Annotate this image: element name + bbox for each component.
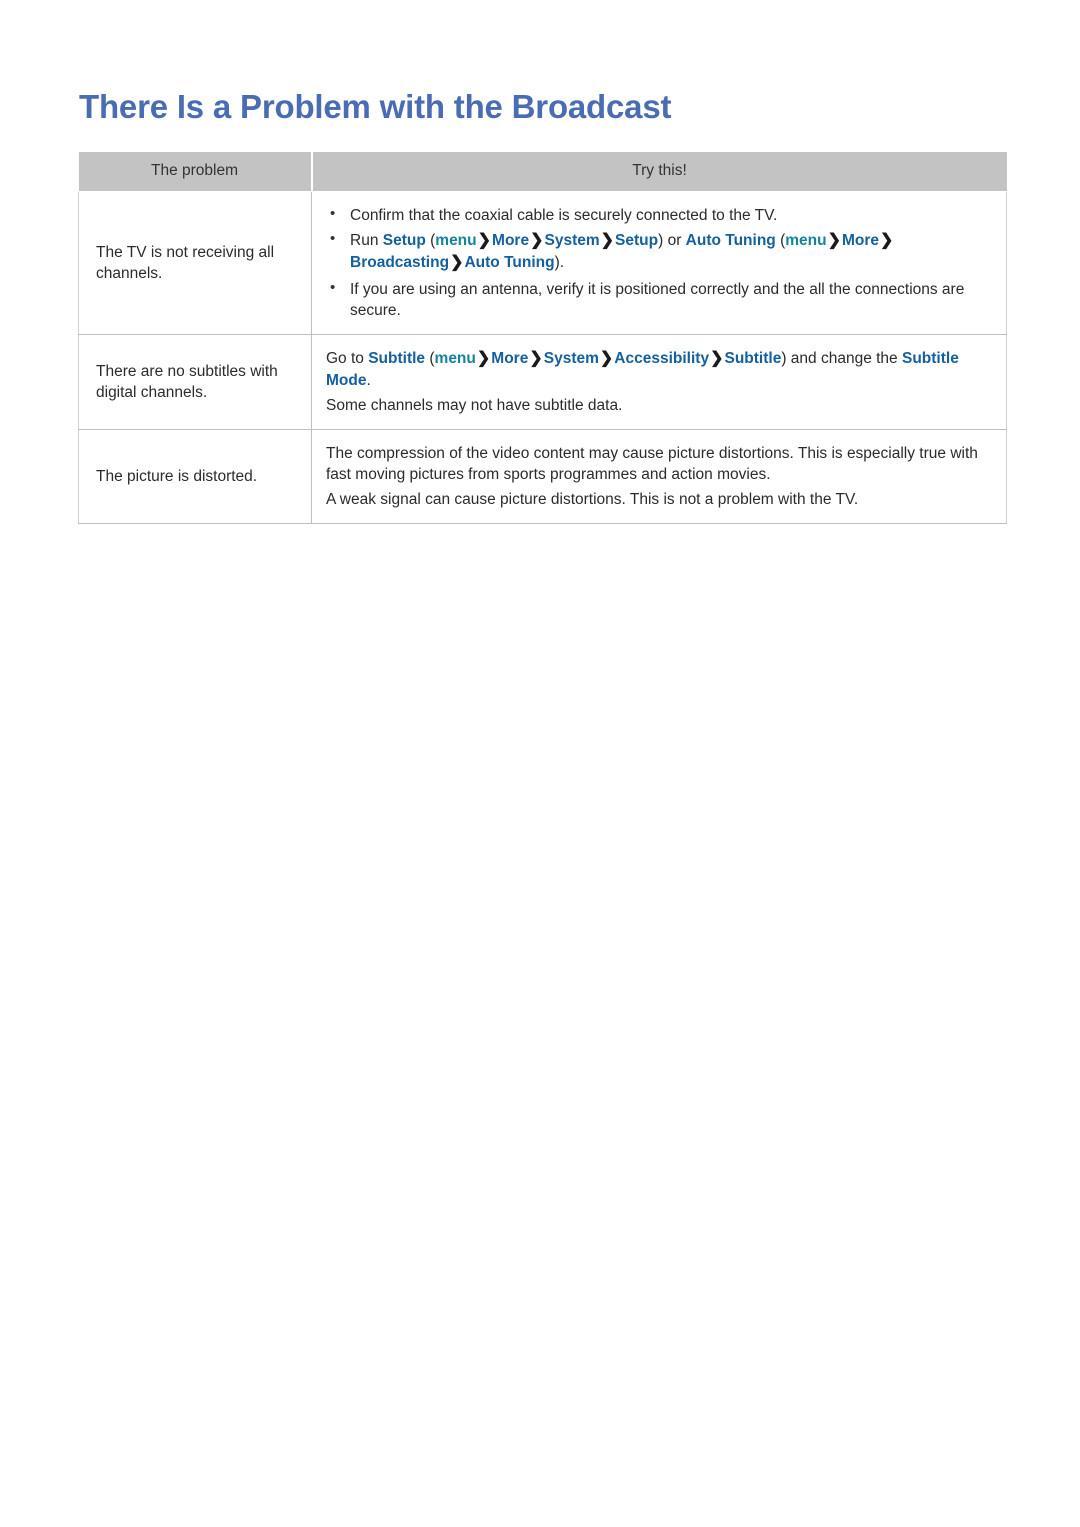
text-segment: ). — [554, 254, 565, 272]
column-header-problem: The problem — [78, 152, 313, 192]
chevron-separator-icon: ❯ — [880, 232, 894, 250]
menu-root-token: menu — [785, 232, 827, 250]
chevron-separator-icon: ❯ — [710, 350, 724, 368]
chevron-separator-icon: ❯ — [477, 232, 492, 250]
solution-bullet-item: Confirm that the coaxial cable is secure… — [326, 204, 990, 226]
text-segment: Run — [350, 232, 383, 250]
problem-cell: The TV is not receiving all channels. — [78, 190, 312, 336]
chevron-separator-icon: ❯ — [599, 350, 614, 368]
text-segment: Some channels may not have subtitle data… — [326, 396, 623, 414]
menu-path-token: More — [491, 350, 529, 368]
chevron-separator-icon: ❯ — [827, 232, 841, 250]
text-segment: ) and change the — [781, 350, 902, 368]
table-row: The picture is distorted. The compression… — [78, 429, 1007, 525]
table-body: The TV is not receiving all channels. Con… — [78, 190, 1007, 525]
text-segment: ) or — [658, 232, 686, 250]
chevron-separator-icon: ❯ — [476, 350, 491, 368]
chevron-separator-icon: ❯ — [529, 350, 543, 368]
menu-path-token: System — [543, 350, 599, 368]
menu-path-token: More — [841, 232, 880, 250]
text-segment: If you are using an antenna, verify it i… — [350, 280, 965, 319]
text-segment: The compression of the video content may… — [326, 445, 978, 484]
column-header-try-this: Try this! — [311, 152, 1007, 192]
table-row: The TV is not receiving all channels. Con… — [78, 190, 1007, 336]
try-this-cell: Go to Subtitle (menu❯More❯System❯Accessi… — [311, 334, 1007, 431]
text-segment: ( — [425, 232, 436, 250]
text-segment: Go to — [326, 350, 369, 368]
menu-root-token: menu — [435, 232, 477, 250]
problem-cell: There are no subtitles with digital chan… — [78, 334, 312, 431]
solution-paragraph: A weak signal can cause picture distorti… — [326, 489, 990, 510]
table-header-row: The problem Try this! — [78, 152, 1007, 192]
page-root: There Is a Problem with the Broadcast Th… — [0, 0, 1080, 1527]
troubleshooting-table: The problem Try this! The TV is not rece… — [78, 152, 1007, 525]
menu-path-token: System — [544, 232, 600, 250]
menu-path-token: Auto Tuning — [464, 254, 555, 272]
text-segment: . — [366, 372, 371, 390]
page-title: There Is a Problem with the Broadcast — [79, 88, 672, 126]
solution-paragraph: Some channels may not have subtitle data… — [326, 395, 990, 416]
chevron-separator-icon: ❯ — [600, 232, 615, 250]
menu-root-token: menu — [434, 350, 476, 368]
table-header: The problem Try this! — [78, 152, 1007, 192]
try-this-cell: Confirm that the coaxial cable is secure… — [311, 190, 1007, 336]
menu-path-token: Broadcasting — [350, 254, 450, 272]
menu-path-token: Setup — [615, 232, 659, 250]
try-this-cell: The compression of the video content may… — [311, 429, 1007, 525]
table-row: There are no subtitles with digital chan… — [78, 334, 1007, 431]
menu-path-token: Subtitle — [724, 350, 782, 368]
solution-paragraph: The compression of the video content may… — [326, 443, 990, 486]
menu-path-token: Setup — [382, 232, 426, 250]
menu-path-token: Subtitle — [368, 350, 426, 368]
menu-path-token: More — [492, 232, 530, 250]
solution-bullet-list: Confirm that the coaxial cable is secure… — [326, 204, 990, 322]
menu-path-token: Auto Tuning — [685, 232, 776, 250]
text-segment: Confirm that the coaxial cable is secure… — [350, 207, 778, 224]
text-segment: A weak signal can cause picture distorti… — [326, 490, 859, 508]
chevron-separator-icon: ❯ — [530, 232, 544, 250]
chevron-separator-icon: ❯ — [450, 254, 464, 272]
solution-bullet-item: Run Setup (menu❯More❯System❯Setup) or Au… — [326, 229, 990, 274]
solution-bullet-item: If you are using an antenna, verify it i… — [326, 278, 990, 322]
solution-paragraph: Go to Subtitle (menu❯More❯System❯Accessi… — [326, 348, 990, 391]
text-segment: ( — [775, 232, 786, 250]
menu-path-token: Accessibility — [614, 350, 710, 368]
text-segment: ( — [425, 350, 435, 368]
problem-cell: The picture is distorted. — [78, 429, 312, 525]
